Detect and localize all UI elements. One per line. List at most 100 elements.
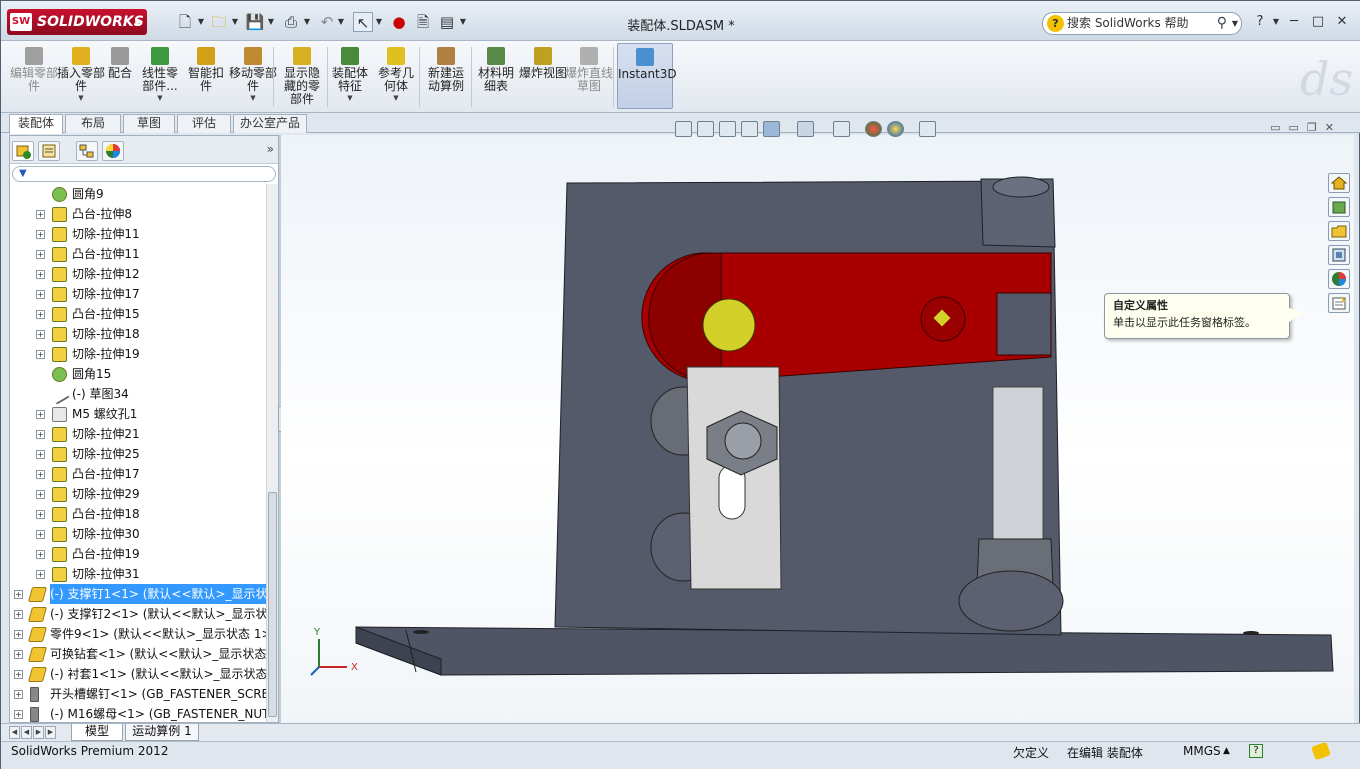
dropdown-arrow-icon[interactable]: ▼ <box>329 92 371 105</box>
tree-item[interactable]: + 切除-拉伸17 <box>10 284 266 304</box>
tree-item[interactable]: + 凸台-拉伸19 <box>10 544 266 564</box>
tab-assembly[interactable]: 装配体 <box>9 114 63 134</box>
ribbon-button[interactable]: 智能扣件 <box>185 43 227 109</box>
expand-icon[interactable]: + <box>36 490 45 499</box>
expand-icon[interactable]: + <box>36 210 45 219</box>
viewport-controls[interactable]: ▭▭❐✕ <box>1232 121 1342 135</box>
tree-item[interactable]: + (-) 衬套1<1> (默认<<默认>_显示状态 <box>10 664 266 684</box>
expand-icon[interactable]: + <box>14 670 23 679</box>
ribbon-button[interactable]: 显示隐藏的零部件 <box>279 43 325 109</box>
ribbon-button[interactable]: 装配体特征 ▼ <box>329 43 371 109</box>
help-search-input[interactable]: ? 搜索 SolidWorks 帮助 ⚲ ▼ <box>1042 12 1242 35</box>
ribbon-button[interactable]: 编辑零部件 <box>9 43 59 109</box>
expand-icon[interactable]: + <box>36 410 45 419</box>
ribbon-button[interactable]: 线性零部件... ▼ <box>137 43 183 109</box>
ribbon-button[interactable]: 新建运动算例 <box>423 43 469 109</box>
tree-item[interactable]: + M5 螺纹孔1 <box>10 404 266 424</box>
ribbon-button[interactable]: 插入零部件 ▼ <box>55 43 107 109</box>
property-manager-tab[interactable] <box>38 141 60 161</box>
expand-icon[interactable]: + <box>36 230 45 239</box>
expand-icon[interactable]: + <box>36 450 45 459</box>
expand-icon[interactable]: + <box>36 250 45 259</box>
expand-icon[interactable]: + <box>36 510 45 519</box>
tree-item[interactable]: + 切除-拉伸21 <box>10 424 266 444</box>
tree-filter-input[interactable]: ▼ <box>12 166 276 182</box>
tree-item[interactable]: + 可换钻套<1> (默认<<默认>_显示状态 <box>10 644 266 664</box>
next-tab-icon[interactable]: ▶ <box>33 726 44 739</box>
dropdown-arrow-icon[interactable]: ▼ <box>55 92 107 105</box>
ribbon-button[interactable]: 材料明细表 <box>473 43 519 109</box>
tree-item[interactable]: + 凸台-拉伸11 <box>10 244 266 264</box>
tree-item[interactable]: + 切除-拉伸29 <box>10 484 266 504</box>
help-dropdown-icon[interactable]: ▼ <box>1267 13 1285 31</box>
tree-item[interactable]: + 切除-拉伸30 <box>10 524 266 544</box>
tree-item[interactable]: + 凸台-拉伸8 <box>10 204 266 224</box>
tree-item[interactable]: + 凸台-拉伸15 <box>10 304 266 324</box>
close-icon[interactable]: ✕ <box>1333 13 1351 31</box>
configuration-manager-tab[interactable] <box>76 141 98 161</box>
rebuild-status-icon[interactable]: ? <box>1249 744 1263 758</box>
last-tab-icon[interactable]: ▶ <box>45 726 56 739</box>
tree-item[interactable]: + (-) 支撑钉1<1> (默认<<默认>_显示状态 <box>10 584 266 604</box>
expand-icon[interactable]: + <box>14 590 23 599</box>
expand-icon[interactable]: + <box>36 430 45 439</box>
expand-icon[interactable]: + <box>36 530 45 539</box>
tree-item[interactable]: + 切除-拉伸18 <box>10 324 266 344</box>
search-dropdown-icon[interactable]: ▼ <box>1232 13 1238 34</box>
tree-item[interactable]: + (-) 支撑钉2<1> (默认<<默认>_显示状态 <box>10 604 266 624</box>
tab-layout[interactable]: 布局 <box>65 114 121 133</box>
first-tab-icon[interactable]: ◀ <box>9 726 20 739</box>
display-manager-tab[interactable] <box>102 141 124 161</box>
units-up-arrow-icon[interactable]: ▲ <box>1223 746 1230 756</box>
tab-office-products[interactable]: 办公室产品 <box>233 114 307 133</box>
expand-icon[interactable]: + <box>14 650 23 659</box>
expand-icon[interactable]: + <box>14 710 23 719</box>
expand-panel-icon[interactable]: » <box>267 142 274 156</box>
tree-item[interactable]: + (-) M16螺母<1> (GB_FASTENER_NUT <box>10 704 266 722</box>
tab-model[interactable]: 模型 <box>71 724 123 741</box>
tree-item[interactable]: + 开头槽螺钉<1> (GB_FASTENER_SCREW <box>10 684 266 704</box>
ribbon-button[interactable]: 移动零部件 ▼ <box>229 43 277 109</box>
dropdown-arrow-icon[interactable]: ▼ <box>229 92 277 105</box>
ribbon-button[interactable]: Instant3D <box>617 43 677 109</box>
graphics-area[interactable]: ▭▭❐✕ Y X <box>281 121 1354 723</box>
expand-icon[interactable]: + <box>14 610 23 619</box>
tag-icon[interactable] <box>1311 741 1331 761</box>
expand-icon[interactable]: + <box>36 290 45 299</box>
expand-icon[interactable]: + <box>36 350 45 359</box>
ribbon-button[interactable]: 参考几何体 ▼ <box>373 43 419 109</box>
tree-scrollbar[interactable] <box>266 184 278 722</box>
ribbon-button[interactable]: 爆炸直线草图 <box>565 43 613 109</box>
search-icon[interactable]: ⚲ <box>1217 13 1227 34</box>
expand-icon[interactable]: + <box>36 470 45 479</box>
tab-motion-study[interactable]: 运动算例 1 <box>125 724 199 741</box>
dropdown-arrow-icon[interactable]: ▼ <box>137 92 183 105</box>
expand-icon[interactable]: + <box>14 630 23 639</box>
expand-icon[interactable]: + <box>36 270 45 279</box>
expand-icon[interactable]: + <box>14 690 23 699</box>
tab-evaluate[interactable]: 评估 <box>177 114 231 133</box>
tree-item[interactable]: + 切除-拉伸25 <box>10 444 266 464</box>
tree-item[interactable]: + 切除-拉伸11 <box>10 224 266 244</box>
minimize-icon[interactable]: ─ <box>1285 13 1303 31</box>
tree-item[interactable]: 圆角15 <box>10 364 266 384</box>
expand-icon[interactable]: + <box>36 550 45 559</box>
tab-sketch[interactable]: 草图 <box>123 114 175 133</box>
restore-icon[interactable]: □ <box>1309 13 1327 31</box>
expand-icon[interactable]: + <box>36 330 45 339</box>
ribbon-button[interactable]: 爆炸视图 <box>519 43 567 109</box>
ribbon-button[interactable]: 配合 <box>105 43 135 109</box>
tree-item[interactable]: + 切除-拉伸31 <box>10 564 266 584</box>
tree-item[interactable]: + 切除-拉伸19 <box>10 344 266 364</box>
feature-manager-tab[interactable] <box>12 141 34 161</box>
tree-item[interactable]: (-) 草图34 <box>10 384 266 404</box>
tree-item[interactable]: + 切除-拉伸12 <box>10 264 266 284</box>
expand-icon[interactable]: + <box>36 570 45 579</box>
units-selector[interactable]: MMGS <box>1183 744 1221 758</box>
tree-item[interactable]: + 凸台-拉伸17 <box>10 464 266 484</box>
scrollbar-thumb[interactable] <box>268 492 277 717</box>
expand-icon[interactable]: + <box>36 310 45 319</box>
prev-tab-icon[interactable]: ◀ <box>21 726 32 739</box>
tree-item[interactable]: + 凸台-拉伸18 <box>10 504 266 524</box>
tree-item[interactable]: + 零件9<1> (默认<<默认>_显示状态 1> <box>10 624 266 644</box>
